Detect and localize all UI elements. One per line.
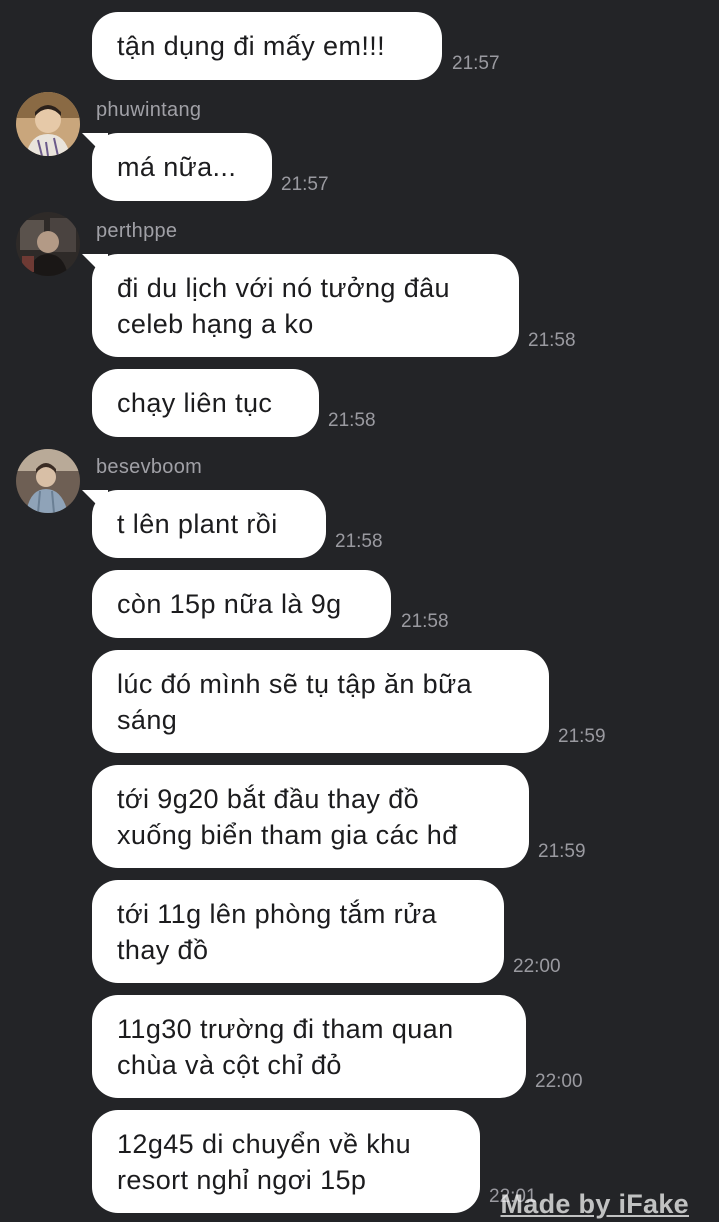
message-timestamp: 22:00 <box>513 956 561 977</box>
avatar-besevboom[interactable] <box>16 449 80 513</box>
avatar-phuwintang[interactable] <box>16 92 80 156</box>
message-bubble[interactable]: 11g30 trường đi tham quan chùa và cột ch… <box>92 995 526 1098</box>
message-bubble[interactable]: đi du lịch với nó tưởng đâu celeb hạng a… <box>92 254 519 357</box>
message-timestamp: 21:57 <box>281 174 329 195</box>
message-timestamp: 22:00 <box>535 1071 583 1092</box>
sender-name: phuwintang <box>96 99 202 121</box>
sender-name: besevboom <box>96 456 203 478</box>
message-timestamp: 21:59 <box>558 726 606 747</box>
sender-name: perthppe <box>96 220 178 242</box>
message-bubble[interactable]: 12g45 di chuyển về khu resort nghỉ ngơi … <box>92 1110 480 1213</box>
message-bubble[interactable]: tận dụng đi mấy em!!! <box>92 12 442 80</box>
watermark: Made by iFake <box>500 1189 689 1219</box>
avatar-perthppe[interactable] <box>16 212 80 276</box>
message-timestamp: 21:59 <box>538 841 586 862</box>
message-timestamp: 21:57 <box>452 53 500 74</box>
message-bubble[interactable]: tới 11g lên phòng tắm rửa thay đồ <box>92 880 504 983</box>
message-bubble[interactable]: chạy liên tục <box>92 369 319 437</box>
message-bubble[interactable]: tới 9g20 bắt đầu thay đồ xuống biển tham… <box>92 765 529 868</box>
message-bubble[interactable]: má nữa... <box>92 133 272 201</box>
message-bubble[interactable]: t lên plant rồi <box>92 490 326 558</box>
message-timestamp: 21:58 <box>335 531 383 552</box>
message-timestamp: 21:58 <box>401 611 449 632</box>
message-bubble[interactable]: còn 15p nữa là 9g <box>92 570 391 638</box>
message-bubble[interactable]: lúc đó mình sẽ tụ tập ăn bữa sáng <box>92 650 549 753</box>
message-timestamp: 21:58 <box>328 410 376 431</box>
message-timestamp: 21:58 <box>528 330 576 351</box>
